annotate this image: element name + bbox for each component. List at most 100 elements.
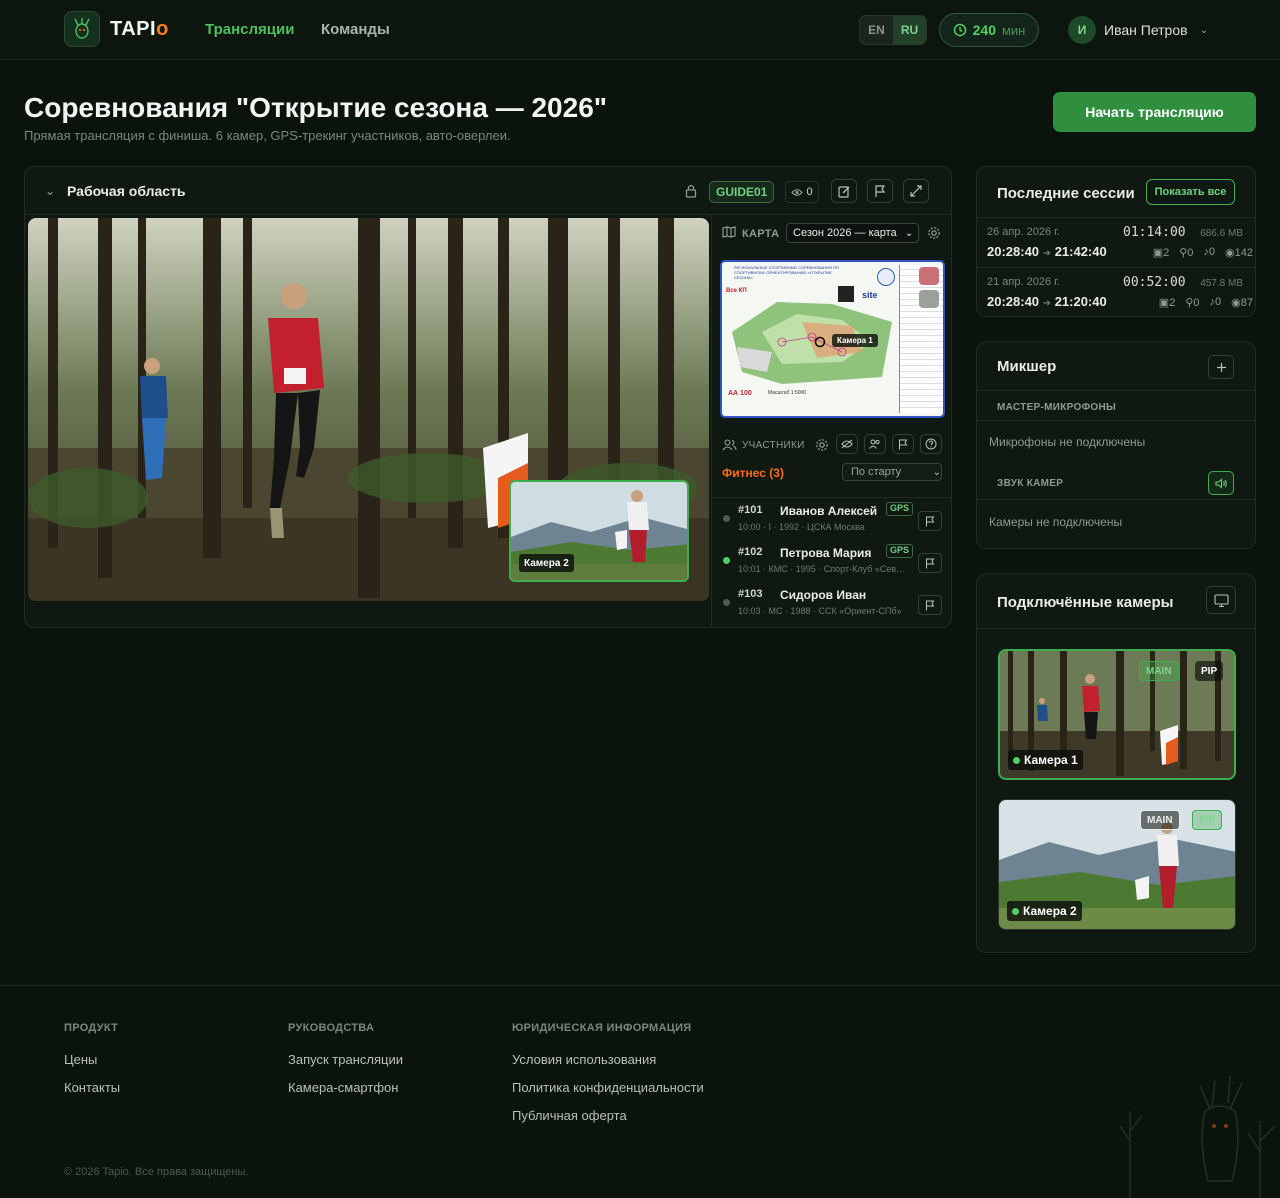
participant-row[interactable]: #103 Сидоров Иван 10:03 · МС · 1988 · ССК … xyxy=(712,582,953,624)
federation-logo-icon xyxy=(877,268,895,286)
users-icon xyxy=(869,439,880,449)
session-row[interactable]: 21 апр. 2026 г. 00:52:00 457.8 MB 20:28:40 … xyxy=(977,267,1255,317)
top-bar: TAPIo Трансляции Команды EN RU 240 мин И… xyxy=(0,0,1280,60)
guide-code-badge[interactable]: GUIDE01 xyxy=(709,181,775,203)
start-broadcast-button[interactable]: Начать трансляцию xyxy=(1053,92,1256,132)
session-start: 20:28:40 xyxy=(987,294,1040,309)
participant-flag-button[interactable] xyxy=(918,511,942,531)
participant-meta: 10:01 · КМС · 1995 · Спорт-Клуб «Север» xyxy=(738,564,908,574)
lang-ru[interactable]: RU xyxy=(893,16,926,44)
camera-2-pip-badge[interactable]: PIP xyxy=(1192,810,1223,830)
sort-select[interactable]: По старту ⌄ xyxy=(842,463,942,481)
camera-1-label: Камера 1 xyxy=(1008,750,1083,770)
participant-flag-button[interactable] xyxy=(918,553,942,573)
flag-icon xyxy=(926,558,935,568)
collapse-chevron-icon[interactable]: ⌄ xyxy=(45,184,55,198)
status-dot-icon xyxy=(723,557,730,564)
camera-1-name: Камера 1 xyxy=(1024,753,1078,767)
gps-badge: GPS xyxy=(886,502,914,516)
participant-row[interactable]: #101 Иванов Алексей 10:00 · I · 1992 · ЦСК… xyxy=(712,498,953,540)
footer-link-terms[interactable]: Условия использования xyxy=(512,1052,656,1067)
nav-teams[interactable]: Команды xyxy=(321,21,390,38)
fullscreen-button[interactable] xyxy=(903,179,929,203)
participant-group[interactable]: Фитнес (3) xyxy=(722,466,784,480)
participant-number: #103 xyxy=(738,588,763,600)
show-all-button[interactable]: Показать все xyxy=(1146,179,1235,205)
orienteering-map[interactable]: РЕГИОНАЛЬНЫЕ СПОРТИВНЫЕ СОРЕВНОВАНИЯ ПО … xyxy=(720,260,945,418)
user-menu[interactable]: И Иван Петров ⌄ xyxy=(1068,16,1208,44)
map-select[interactable]: Сезон 2026 — карта ⌄ xyxy=(786,223,919,243)
camera-2-label: Камера 2 xyxy=(1007,901,1082,921)
session-date: 21 апр. 2026 г. xyxy=(987,276,1060,288)
arrow-right-icon: ➜ xyxy=(1042,248,1052,259)
camera-2-main-badge[interactable]: MAIN xyxy=(1140,810,1180,830)
eye-icon: ◉ xyxy=(1225,247,1235,259)
settings-gear-icon[interactable] xyxy=(815,438,829,452)
flag-button[interactable] xyxy=(892,434,914,454)
session-end: 21:42:40 xyxy=(1054,244,1107,259)
participants-section-label: УЧАСТНИКИ xyxy=(742,440,805,451)
footer-link-offer[interactable]: Публичная оферта xyxy=(512,1108,627,1123)
footer-col-product-title: ПРОДУКТ xyxy=(64,1022,119,1034)
sessions-title: Последние сессии xyxy=(997,185,1135,202)
camera-count: ▣2 xyxy=(1152,247,1170,259)
session-stats: ▣2 ⚲0 ♪0 ◉142 xyxy=(1123,246,1253,259)
main-video-preview[interactable]: Камера 2 xyxy=(28,218,709,601)
footer: ПРОДУКТ Цены Контакты РУКОВОДСТВА Запуск… xyxy=(0,985,1280,1198)
monitor-icon xyxy=(1213,593,1229,607)
session-times: 20:28:40 ➜ 21:42:40 xyxy=(987,244,1107,259)
page-subtitle: Прямая трансляция с финиша. 6 камер, GPS… xyxy=(24,128,511,143)
pip-preview[interactable]: Камера 2 xyxy=(509,480,689,582)
map-camera-marker[interactable]: Камера 1 xyxy=(832,334,878,347)
settings-gear-icon[interactable] xyxy=(927,226,941,240)
session-row[interactable]: 26 апр. 2026 г. 01:14:00 686.6 MB 20:28:40 … xyxy=(977,217,1255,267)
footer-link-start-broadcast[interactable]: Запуск трансляции xyxy=(288,1052,403,1067)
camera-icon: ▣ xyxy=(1152,247,1164,259)
minutes-balance[interactable]: 240 мин xyxy=(939,13,1039,47)
map-section-label: КАРТА xyxy=(742,228,780,240)
lang-en[interactable]: EN xyxy=(860,16,893,44)
hide-button[interactable] xyxy=(836,434,858,454)
viewers-counter[interactable]: 0 xyxy=(785,181,819,203)
participant-row[interactable]: #102 Петрова Мария 10:01 · КМС · 1995 · Сп… xyxy=(712,540,953,582)
views-count: ◉87 xyxy=(1231,297,1253,309)
add-mixer-button[interactable] xyxy=(1208,355,1234,379)
flag-button[interactable] xyxy=(867,179,893,203)
footer-link-privacy[interactable]: Политика конфиденциальности xyxy=(512,1080,704,1095)
map-edit-button[interactable] xyxy=(919,290,939,308)
camera-icon: ▣ xyxy=(1158,297,1170,309)
footer-link-prices[interactable]: Цены xyxy=(64,1052,97,1067)
participants-list: #101 Иванов Алексей 10:00 · I · 1992 · ЦСК… xyxy=(712,497,953,627)
control-descriptions-table xyxy=(899,265,943,413)
camera-card-1[interactable]: MAIN PIP Камера 1 xyxy=(998,649,1236,780)
lock-icon[interactable] xyxy=(685,184,697,198)
pin-count: ⚲0 xyxy=(1185,297,1200,309)
speaker-icon xyxy=(1214,477,1227,489)
sort-select-value: По старту xyxy=(851,466,902,478)
participant-name: Петрова Мария xyxy=(780,546,872,560)
camera-1-pip-badge[interactable]: PIP xyxy=(1195,661,1224,681)
footer-link-contacts[interactable]: Контакты xyxy=(64,1080,120,1095)
camera-1-main-badge[interactable]: MAIN xyxy=(1139,661,1179,681)
footer-link-smartphone-camera[interactable]: Камера-смартфон xyxy=(288,1080,398,1095)
plus-icon xyxy=(1216,362,1226,372)
logo-wordmark[interactable]: TAPIo xyxy=(110,18,169,41)
users-button[interactable] xyxy=(864,434,886,454)
master-mics-label: МАСТЕР-МИКРОФОНЫ xyxy=(997,402,1117,413)
session-times: 20:28:40 ➜ 21:20:40 xyxy=(987,294,1107,309)
cast-button[interactable] xyxy=(1206,586,1236,614)
edit-button[interactable] xyxy=(831,179,857,203)
participant-flag-button[interactable] xyxy=(918,595,942,615)
logo-icon[interactable] xyxy=(64,11,100,47)
status-dot-icon xyxy=(1013,756,1020,764)
nav-broadcasts[interactable]: Трансляции xyxy=(205,21,294,38)
cameras-panel: Подключённые камеры MAIN PIP Камера 1 MA… xyxy=(976,573,1256,953)
camera-audio-button[interactable] xyxy=(1208,471,1234,495)
camera-card-2[interactable]: MAIN PIP Камера 2 xyxy=(998,799,1236,930)
gps-badge: GPS xyxy=(886,544,914,558)
help-button[interactable] xyxy=(920,434,942,454)
edit-icon xyxy=(837,185,849,198)
avatar: И xyxy=(1068,16,1096,44)
map-delete-button[interactable] xyxy=(919,267,939,285)
session-end: 21:20:40 xyxy=(1054,294,1107,309)
